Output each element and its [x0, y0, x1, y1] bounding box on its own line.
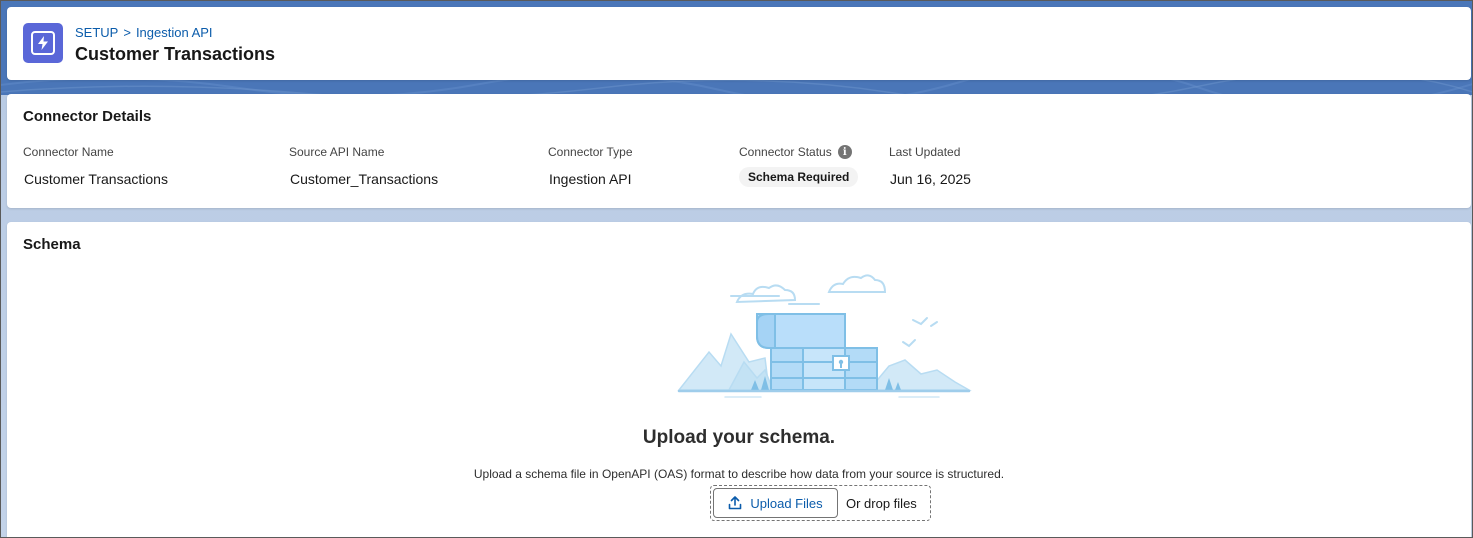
- field-connector-status: Connector Status i Schema Required: [739, 144, 859, 187]
- upload-files-label: Upload Files: [750, 495, 823, 511]
- drop-files-label: Or drop files: [846, 496, 917, 511]
- section-title: Connector Details: [23, 108, 152, 125]
- status-badge: Schema Required: [739, 167, 859, 187]
- lightning-bolt-icon: [31, 31, 55, 55]
- object-icon: [23, 23, 63, 63]
- field-value: Customer_Transactions: [290, 171, 439, 187]
- field-connector-type: Connector Type Ingestion API: [548, 144, 633, 187]
- upload-files-button[interactable]: Upload Files: [713, 488, 838, 518]
- file-dropzone[interactable]: Upload Files Or drop files: [710, 485, 931, 521]
- page-title: Customer Transactions: [75, 44, 276, 64]
- connector-details-card: Connector Details Connector Name Custome…: [7, 94, 1471, 208]
- field-value: Jun 16, 2025: [890, 171, 971, 187]
- field-connector-name: Connector Name Customer Transactions: [23, 144, 168, 187]
- schema-card: Schema Upload your schema. Upload a sche…: [7, 222, 1471, 538]
- field-label: Connector Name: [23, 145, 114, 159]
- section-title: Schema: [23, 236, 81, 253]
- breadcrumb-separator: >: [123, 25, 131, 40]
- field-label: Last Updated: [889, 145, 961, 159]
- breadcrumb-ingestion-api[interactable]: Ingestion API: [136, 25, 213, 40]
- upload-description: Upload a schema file in OpenAPI (OAS) fo…: [473, 467, 1005, 481]
- field-value: Ingestion API: [549, 171, 632, 187]
- page-header: SETUP > Ingestion API Customer Transacti…: [7, 7, 1471, 80]
- upload-icon: [729, 496, 742, 510]
- breadcrumb-setup[interactable]: SETUP: [75, 25, 118, 40]
- field-label-text: Connector Status: [739, 145, 832, 159]
- field-label: Source API Name: [289, 145, 385, 159]
- field-value: Customer Transactions: [24, 171, 168, 187]
- field-label: Connector Status i: [739, 144, 858, 160]
- upload-heading: Upload your schema.: [642, 427, 836, 448]
- field-last-updated: Last Updated Jun 16, 2025: [889, 144, 971, 187]
- breadcrumb: SETUP > Ingestion API: [75, 25, 213, 40]
- field-source-api-name: Source API Name Customer_Transactions: [289, 144, 438, 187]
- treasure-chest-illustration: [677, 274, 972, 398]
- field-label: Connector Type: [548, 145, 633, 159]
- info-icon[interactable]: i: [837, 145, 852, 159]
